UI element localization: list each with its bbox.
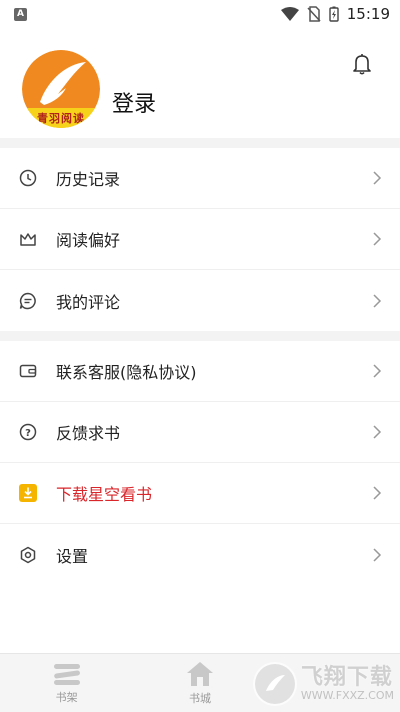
- tab-bookstore[interactable]: 书城: [133, 654, 266, 712]
- menu-item-feedback[interactable]: ? 反馈求书: [0, 402, 400, 463]
- menu-item-my-comments[interactable]: 我的评论: [0, 270, 400, 331]
- menu-item-label: 联系客服(隐私协议): [56, 363, 197, 382]
- watermark: 飞翔下载 WWW.FXXZ.COM: [252, 662, 394, 706]
- menu-item-label: 我的评论: [56, 292, 121, 312]
- chevron-right-icon: [373, 293, 382, 308]
- gear-icon: [18, 545, 38, 565]
- battery-charging-icon: [329, 6, 339, 22]
- avatar[interactable]: 青羽阅读: [22, 50, 100, 128]
- menu-item-customer-service[interactable]: 联系客服(隐私协议): [0, 341, 400, 402]
- no-sim-icon: [307, 6, 321, 22]
- chevron-right-icon: [373, 364, 382, 378]
- chevron-right-icon: [373, 486, 382, 500]
- chevron-right-icon: [373, 425, 382, 439]
- watermark-url: WWW.FXXZ.COM: [300, 689, 394, 702]
- home-icon: [186, 661, 213, 686]
- status-time: 15:19: [346, 5, 390, 23]
- crown-icon: [18, 229, 38, 249]
- avatar-logo-text: 青羽阅读: [37, 112, 85, 125]
- section-divider: [0, 138, 400, 148]
- menu-item-label: 设置: [56, 546, 89, 566]
- notification-icon: A: [14, 7, 27, 21]
- chevron-right-icon: [373, 547, 382, 562]
- wifi-icon: [280, 7, 299, 21]
- chevron-right-icon: [373, 232, 382, 246]
- login-link[interactable]: 登录: [112, 86, 156, 118]
- chevron-right-icon: [373, 171, 382, 185]
- bookshelf-icon: [53, 663, 80, 685]
- section-divider: [0, 331, 400, 341]
- svg-text:?: ?: [25, 428, 31, 439]
- profile-header: 青羽阅读 登录: [0, 28, 400, 138]
- menu-item-settings[interactable]: 设置: [0, 524, 400, 585]
- menu-item-label: 阅读偏好: [56, 231, 121, 250]
- tab-bookshelf[interactable]: 书架: [0, 654, 133, 712]
- watermark-logo-icon: [252, 662, 297, 706]
- menu-group-1: 历史记录 阅读偏好 我的评论: [0, 148, 400, 331]
- status-bar: A 15:19: [0, 0, 400, 28]
- menu-group-2: 联系客服(隐私协议) ? 反馈求书 下载星空看书 设置: [0, 341, 400, 585]
- clock-icon: [18, 168, 38, 188]
- menu-item-label: 历史记录: [56, 170, 121, 189]
- watermark-title: 飞翔下载: [300, 665, 393, 690]
- download-icon: [18, 483, 38, 503]
- menu-item-history[interactable]: 历史记录: [0, 148, 400, 209]
- tab-label: 书城: [188, 691, 211, 705]
- help-icon: ?: [18, 422, 38, 442]
- menu-item-label: 反馈求书: [56, 424, 121, 443]
- menu-item-download-app[interactable]: 下载星空看书: [0, 463, 400, 524]
- menu-item-label: 下载星空看书: [56, 485, 153, 504]
- tab-label: 书架: [55, 690, 78, 704]
- menu-item-reading-preference[interactable]: 阅读偏好: [0, 209, 400, 270]
- bell-icon[interactable]: [352, 53, 372, 75]
- comment-icon: [18, 291, 38, 311]
- wallet-icon: [18, 361, 38, 381]
